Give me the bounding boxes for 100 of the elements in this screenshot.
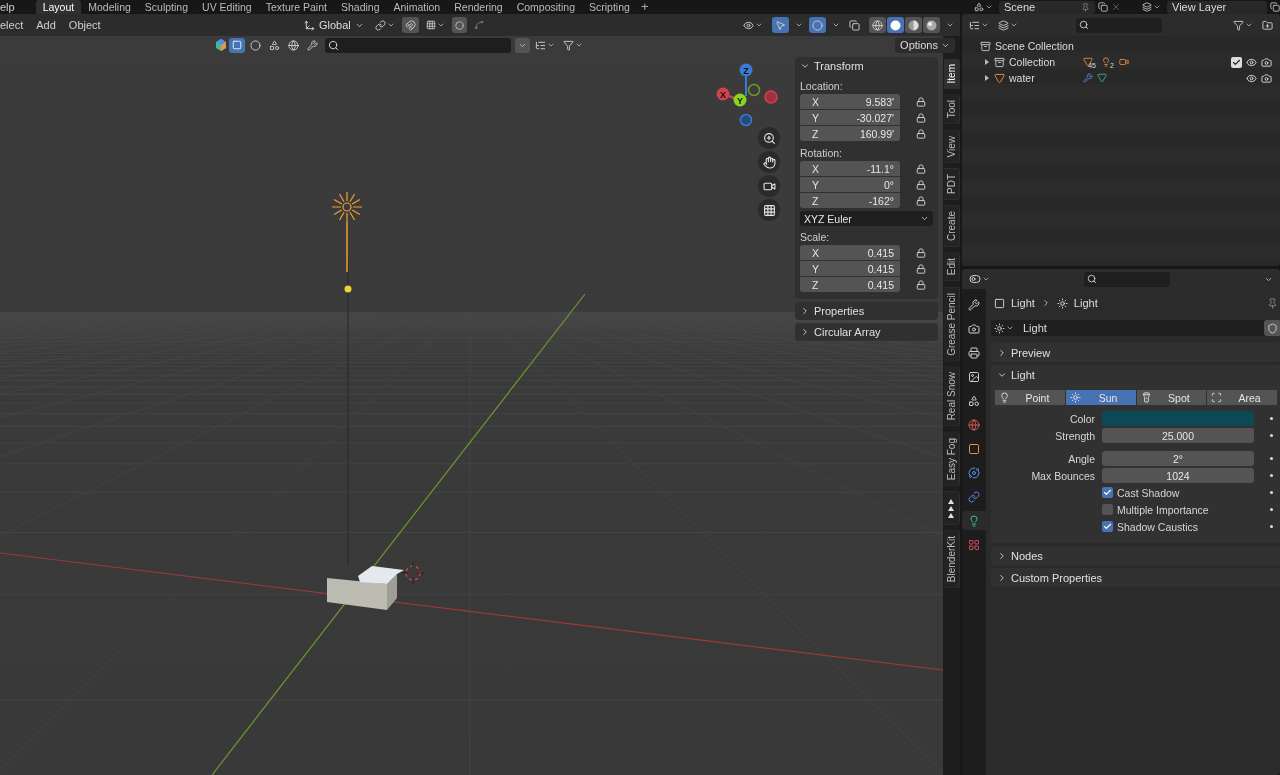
number-field[interactable]: Y -30.027' (800, 110, 900, 125)
number-field[interactable]: Y 0° (800, 177, 900, 192)
sidebar-tab[interactable]: BlenderKit (944, 530, 960, 589)
number-field[interactable]: X 0.415 (800, 245, 900, 260)
color-swatch[interactable] (1102, 411, 1254, 426)
sidebar-tab[interactable]: Easy Fog (944, 431, 960, 486)
workspace-tab[interactable]: Layout (35, 0, 82, 14)
material-filter-button[interactable] (247, 37, 264, 53)
sidebar-tab[interactable]: Grease Pencil (944, 286, 960, 362)
help-menu[interactable]: elp (0, 0, 24, 14)
panel-header[interactable]: Light (991, 365, 1280, 384)
keyframe-dot[interactable] (1269, 525, 1273, 528)
tree-item[interactable]: water (1009, 72, 1079, 84)
number-field[interactable]: X -11.1° (800, 161, 900, 176)
include-checkbox[interactable] (1231, 56, 1242, 68)
add-workspace-button[interactable]: + (636, 0, 653, 14)
number-field[interactable]: 1024 (1102, 468, 1254, 483)
proportional-edit-button[interactable] (451, 17, 467, 33)
workspace-tab[interactable]: Scripting (582, 0, 637, 14)
sidebar-tab[interactable]: Real Snow (944, 366, 960, 427)
workspace-tab[interactable]: Sculpting (137, 0, 196, 14)
light-type-option[interactable]: Spot (1136, 390, 1207, 405)
chevron-icon (795, 21, 803, 29)
keyframe-dot[interactable] (1269, 491, 1273, 494)
world-filter-button[interactable] (285, 37, 302, 53)
checkbox[interactable] (1102, 504, 1113, 515)
chevron-icon (997, 572, 1007, 583)
gizmo-toggle-button[interactable] (772, 17, 789, 33)
number-field[interactable]: Z -162° (800, 193, 900, 208)
rotation-mode-dropdown[interactable]: XYZ Euler (800, 211, 933, 226)
lock-icon (916, 195, 926, 206)
sidebar-tab[interactable] (944, 491, 960, 525)
collapsed-arrow-icon[interactable] (984, 59, 990, 65)
light-type-option[interactable]: Point (995, 390, 1065, 405)
property-label: Color (1068, 412, 1095, 425)
grid-icon (762, 203, 776, 217)
zoom-icon (762, 131, 776, 145)
panel-header[interactable]: Preview (991, 343, 1280, 362)
number-field[interactable]: Y 0.415 (800, 261, 900, 276)
workspace-tab[interactable]: UV Editing (195, 0, 259, 14)
workspace-tab[interactable]: Animation (386, 0, 448, 14)
shield-icon (1267, 322, 1278, 334)
header-menu[interactable]: Add (36, 18, 65, 32)
solid-shading-button[interactable] (887, 17, 904, 33)
collapsed-arrow-icon[interactable] (984, 75, 990, 81)
property-label: Strength (1054, 429, 1095, 442)
sidebar-tab[interactable]: Edit (944, 252, 960, 282)
workspace-tab[interactable]: Modeling (81, 0, 138, 14)
brush-filter-button[interactable] (304, 37, 321, 53)
number-field[interactable]: 2° (1102, 451, 1254, 466)
rendered-shading-button[interactable] (923, 17, 940, 33)
sidebar-tab[interactable]: View (944, 129, 960, 164)
panel-header[interactable]: Nodes (991, 546, 1280, 565)
light-type-option[interactable]: Area (1207, 390, 1277, 405)
search-field[interactable] (1084, 271, 1170, 287)
snap-toggle-button[interactable] (401, 17, 419, 33)
pin-icon (1081, 2, 1090, 12)
fake-user-button[interactable] (1264, 320, 1280, 336)
sidebar-tab[interactable]: Tool (944, 94, 960, 125)
light-type-option[interactable]: Sun (1065, 390, 1136, 405)
checkbox[interactable] (1102, 521, 1113, 532)
keyframe-dot[interactable] (1269, 457, 1273, 460)
material-shading-button[interactable] (905, 17, 922, 33)
panel-header[interactable]: Transform (795, 57, 938, 75)
tree-item[interactable]: Collection (1009, 56, 1079, 68)
sidebar-tab[interactable]: PDT (944, 168, 960, 201)
number-field[interactable]: Z 160.99' (800, 126, 900, 141)
workspace-tab[interactable]: Shading (333, 0, 387, 14)
datablock-field[interactable]: Light (991, 320, 1280, 336)
view-layer-field[interactable]: View Layer (1167, 0, 1267, 14)
number-field[interactable]: Z 0.415 (800, 277, 900, 292)
workspace-tab[interactable]: Compositing (509, 0, 583, 14)
property-label: Angle (1067, 452, 1095, 465)
panel-header[interactable]: Circular Array (795, 323, 938, 341)
keyframe-dot[interactable] (1269, 434, 1273, 437)
search-field[interactable] (1076, 17, 1162, 33)
xray-button[interactable] (846, 17, 863, 33)
wireframe-icon (872, 19, 883, 31)
number-field[interactable]: X 9.583' (800, 94, 900, 109)
header-menu[interactable]: Object (68, 18, 110, 32)
checkbox[interactable] (1102, 487, 1113, 498)
keyframe-dot[interactable] (1269, 474, 1273, 477)
workspace-tab[interactable]: Texture Paint (258, 0, 334, 14)
navigation-gizmo-drawing[interactable]: Z X Y (712, 58, 784, 130)
keyframe-dot[interactable] (1269, 417, 1273, 420)
panel-header[interactable]: Custom Properties (991, 568, 1280, 587)
keyframe-dot[interactable] (1269, 508, 1273, 511)
header-menu[interactable]: elect (0, 18, 33, 32)
tree-item[interactable]: Scene Collection (995, 40, 1074, 52)
wireframe-shading-button[interactable] (869, 17, 886, 33)
overlay-toggle-button[interactable] (809, 17, 826, 33)
scene-field[interactable]: Scene (999, 0, 1095, 14)
panel-header[interactable]: Properties (795, 302, 938, 320)
group-label: Rotation: (799, 146, 844, 161)
sidebar-tab[interactable]: Item (944, 58, 960, 90)
number-field[interactable]: 25.000 (1102, 428, 1254, 443)
rendered-sphere-icon (926, 19, 937, 31)
outliner-icon (969, 19, 980, 31)
sidebar-tab[interactable]: Create (944, 205, 960, 248)
workspace-tab[interactable]: Rendering (447, 0, 510, 14)
